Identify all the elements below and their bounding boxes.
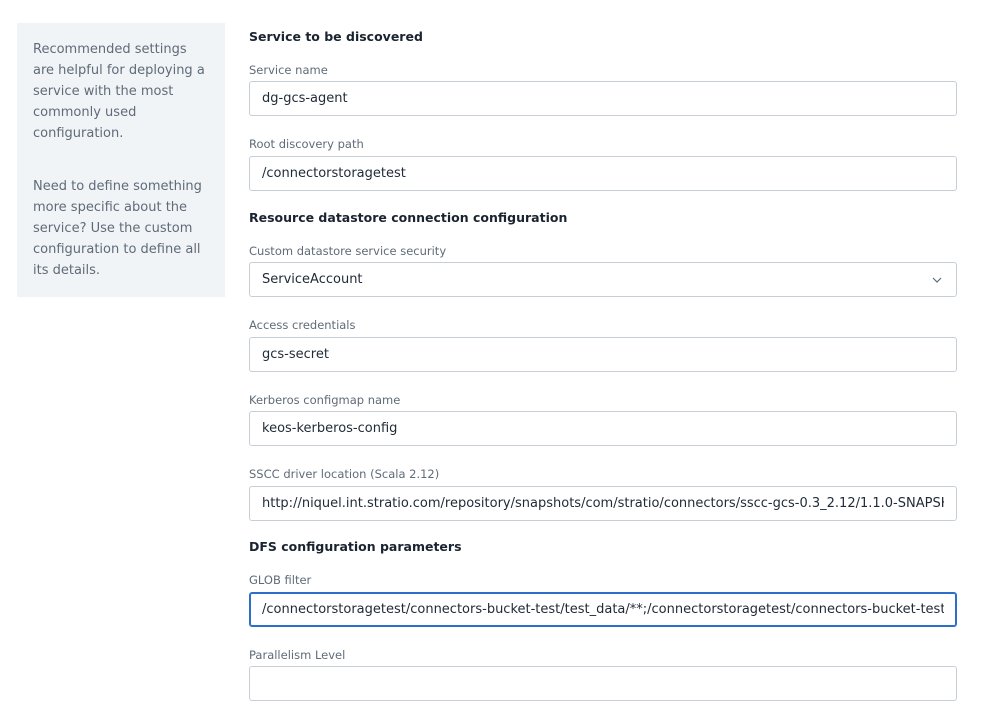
security-select-value: ServiceAccount xyxy=(262,272,363,287)
kerberos-configmap-label: Kerberos configmap name xyxy=(249,393,401,407)
parallelism-level-input[interactable] xyxy=(249,666,957,701)
sscc-driver-location-value: http://niquel.int.stratio.com/repository… xyxy=(262,496,944,511)
section-title-dfs: DFS configuration parameters xyxy=(249,539,462,554)
help-text-custom: Need to define something more specific a… xyxy=(33,179,202,278)
help-panel: Recommended settings are helpful for dep… xyxy=(17,23,225,297)
parallelism-level-label: Parallelism Level xyxy=(249,648,346,662)
sscc-driver-location-label: SSCC driver location (Scala 2.12) xyxy=(249,467,440,481)
root-discovery-path-input[interactable]: /connectorstoragetest xyxy=(249,156,957,191)
security-label: Custom datastore service security xyxy=(249,244,447,258)
access-credentials-label: Access credentials xyxy=(249,318,356,332)
service-name-value: dg-gcs-agent xyxy=(262,91,348,106)
access-credentials-input[interactable]: gcs-secret xyxy=(249,337,957,372)
root-discovery-path-value: /connectorstoragetest xyxy=(262,166,406,181)
glob-filter-value: /connectorstoragetest/connectors-bucket-… xyxy=(262,602,944,617)
section-title-service: Service to be discovered xyxy=(249,29,423,44)
glob-filter-label: GLOB filter xyxy=(249,573,312,587)
sscc-driver-location-input[interactable]: http://niquel.int.stratio.com/repository… xyxy=(249,486,957,521)
glob-filter-input[interactable]: /connectorstoragetest/connectors-bucket-… xyxy=(249,592,957,627)
chevron-down-icon xyxy=(930,273,944,287)
root-discovery-path-label: Root discovery path xyxy=(249,137,364,151)
help-text-recommended: Recommended settings are helpful for dep… xyxy=(33,42,205,141)
service-name-label: Service name xyxy=(249,63,328,77)
section-title-resource: Resource datastore connection configurat… xyxy=(249,210,568,225)
kerberos-configmap-input[interactable]: keos-kerberos-config xyxy=(249,411,957,446)
kerberos-configmap-value: keos-kerberos-config xyxy=(262,421,398,436)
access-credentials-value: gcs-secret xyxy=(262,347,329,362)
service-name-input[interactable]: dg-gcs-agent xyxy=(249,81,957,116)
security-select[interactable]: ServiceAccount xyxy=(249,262,957,297)
